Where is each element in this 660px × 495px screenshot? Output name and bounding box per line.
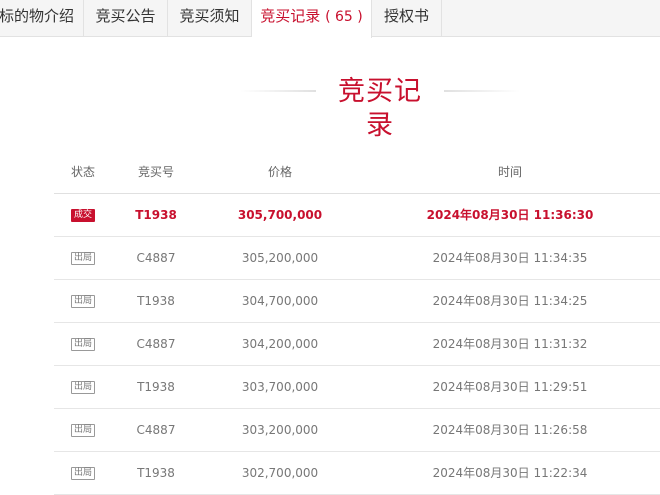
bid-price: 303,700,000 [241, 380, 319, 394]
bid-time: 2024年08月30日 11:31:32 [432, 337, 588, 351]
tab-authorization[interactable]: 授权书 [372, 0, 442, 37]
status-badge: 出局 [70, 467, 95, 480]
tab-label: 竞买公告 [95, 7, 156, 25]
bid-price: 303,200,000 [241, 423, 319, 437]
bid-price: 304,200,000 [241, 337, 319, 351]
header-status: 状态 [70, 165, 95, 179]
bid-price: 304,700,000 [241, 294, 319, 308]
table-header: 状态 竞买号 价格 时间 [54, 152, 660, 194]
section-heading: 竞买记录 [240, 75, 520, 141]
bid-no: C4887 [136, 337, 176, 351]
tab-label: 竞买须知 [179, 7, 240, 25]
bid-no: T1938 [137, 294, 175, 308]
bid-no: T1938 [135, 208, 177, 222]
table-row: 出局 T1938 302,700,000 2024年08月30日 11:22:3… [54, 452, 660, 495]
bid-time: 2024年08月30日 11:34:35 [432, 251, 588, 265]
bid-time: 2024年08月30日 11:26:58 [432, 423, 588, 437]
bid-records-table: 状态 竞买号 价格 时间 成交 T1938 305,700,000 2024年0… [54, 152, 660, 495]
status-badge: 出局 [70, 424, 95, 437]
tab-label: 标的物介绍 [0, 7, 74, 25]
section-title: 竞买记录 [338, 76, 422, 141]
tab-item-intro[interactable]: 标的物介绍 [0, 0, 84, 37]
header-price: 价格 [267, 165, 292, 179]
table-row: 出局 C4887 305,200,000 2024年08月30日 11:34:3… [54, 237, 660, 280]
status-badge: 出局 [70, 338, 95, 351]
table-row: 出局 T1938 303,700,000 2024年08月30日 11:29:5… [54, 366, 660, 409]
bid-price: 302,700,000 [241, 466, 319, 480]
table-row: 成交 T1938 305,700,000 2024年08月30日 11:36:3… [54, 194, 660, 237]
bid-time: 2024年08月30日 11:29:51 [432, 380, 588, 394]
status-badge: 成交 [70, 209, 95, 222]
bid-price: 305,700,000 [237, 208, 323, 222]
bid-time: 2024年08月30日 11:36:30 [426, 208, 594, 222]
status-badge: 出局 [70, 252, 95, 265]
bid-no: C4887 [136, 251, 176, 265]
tab-bar: 标的物介绍 竞买公告 竞买须知 竞买记录 ( 65 ) 授权书 [0, 0, 660, 38]
table-row: 出局 C4887 303,200,000 2024年08月30日 11:26:5… [54, 409, 660, 452]
tab-announcement[interactable]: 竞买公告 [84, 0, 168, 37]
tab-notice[interactable]: 竞买须知 [168, 0, 252, 37]
bid-price: 305,200,000 [241, 251, 319, 265]
tab-label: 竞买记录 [260, 7, 321, 25]
heading-divider-left [240, 90, 316, 92]
heading-divider-right [444, 90, 520, 92]
header-bid-no: 竞买号 [137, 165, 174, 179]
tab-bid-records[interactable]: 竞买记录 ( 65 ) [252, 0, 372, 38]
bid-no: T1938 [137, 380, 175, 394]
tab-count: ( 65 ) [325, 9, 363, 25]
status-badge: 出局 [70, 381, 95, 394]
table-row: 出局 C4887 304,200,000 2024年08月30日 11:31:3… [54, 323, 660, 366]
bid-time: 2024年08月30日 11:22:34 [432, 466, 588, 480]
bid-time: 2024年08月30日 11:34:25 [432, 294, 588, 308]
table-row: 出局 T1938 304,700,000 2024年08月30日 11:34:2… [54, 280, 660, 323]
status-badge: 出局 [70, 295, 95, 308]
bid-no: C4887 [136, 423, 176, 437]
tab-label: 授权书 [383, 7, 429, 25]
bid-no: T1938 [137, 466, 175, 480]
header-time: 时间 [497, 165, 522, 179]
